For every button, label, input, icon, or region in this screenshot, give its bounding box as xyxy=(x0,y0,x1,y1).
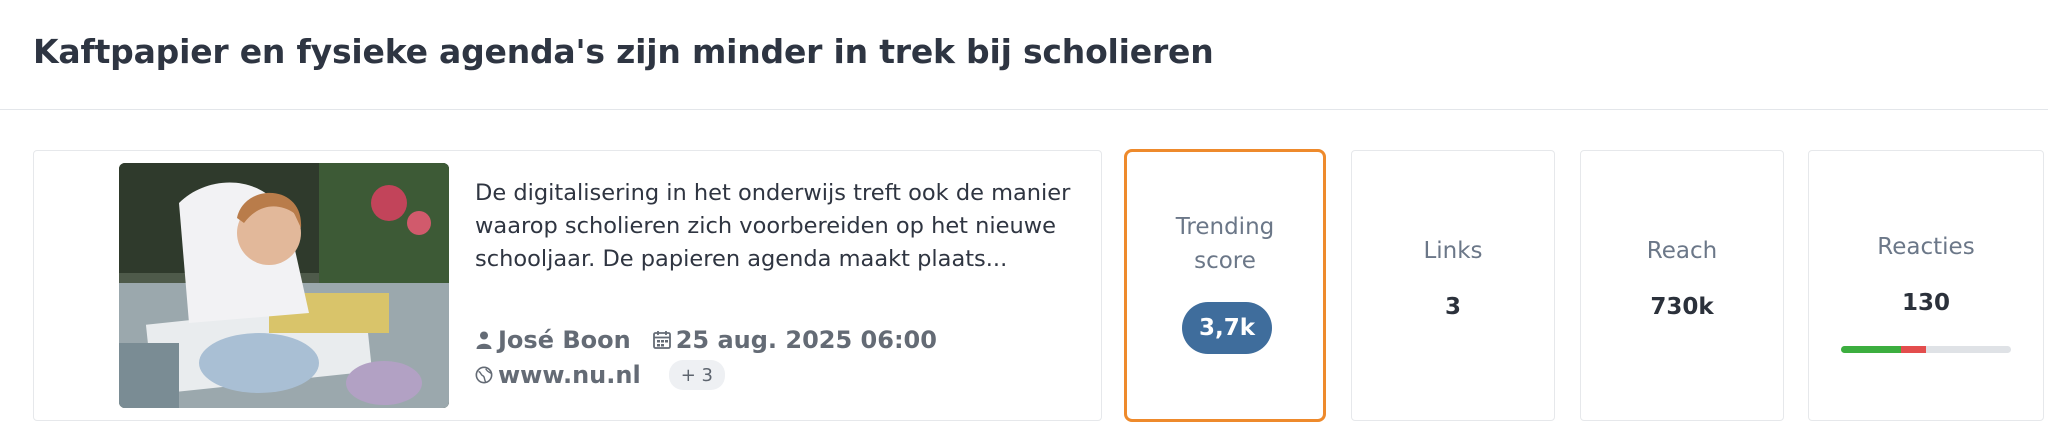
reacties-card[interactable]: Reacties 130 xyxy=(1808,150,2044,421)
trending-label: Trending score xyxy=(1127,210,1323,278)
calendar-icon xyxy=(652,331,671,349)
reacties-value: 130 xyxy=(1901,290,1950,316)
trending-score-badge: 3,7k xyxy=(1182,302,1272,354)
person-icon xyxy=(476,331,492,349)
trending-label-text: Trending score xyxy=(1175,214,1275,274)
article-card[interactable]: De digitalisering in het onderwijs treft… xyxy=(33,150,1102,421)
reach-label: Reach xyxy=(1646,238,1718,264)
links-label: Links xyxy=(1423,238,1483,264)
publish-date: 25 aug. 2025 06:00 xyxy=(652,326,937,354)
thumbnail-image xyxy=(119,163,449,408)
author-name: José Boon xyxy=(498,326,631,354)
reacties-label: Reacties xyxy=(1877,234,1975,260)
links-value: 3 xyxy=(1444,294,1461,320)
sentiment-positive-segment xyxy=(1841,346,1901,353)
article-thumbnail[interactable] xyxy=(119,163,449,408)
globe-icon xyxy=(475,366,493,384)
reach-value: 730k xyxy=(1650,294,1714,320)
more-sources-badge[interactable]: + 3 xyxy=(668,360,725,390)
sentiment-bar xyxy=(1841,346,2011,353)
article-meta-primary: José Boon 25 aug. 2025 06:00 xyxy=(475,326,937,354)
reach-card[interactable]: Reach 730k xyxy=(1580,150,1784,421)
sentiment-negative-segment xyxy=(1900,346,1926,353)
page-title: Kaftpapier en fysieke agenda's zijn mind… xyxy=(33,32,1214,71)
links-card[interactable]: Links 3 xyxy=(1351,150,1555,421)
date-text: 25 aug. 2025 06:00 xyxy=(675,326,937,354)
author[interactable]: José Boon xyxy=(475,326,631,354)
article-meta-source: www.nu.nl + 3 xyxy=(475,360,725,390)
header: Kaftpapier en fysieke agenda's zijn mind… xyxy=(0,0,2048,110)
source-link[interactable]: www.nu.nl xyxy=(475,361,641,389)
source-text: www.nu.nl xyxy=(498,361,641,389)
article-summary: De digitalisering in het onderwijs treft… xyxy=(475,180,1071,272)
trending-score-card[interactable]: Trending score 3,7k xyxy=(1124,149,1326,422)
